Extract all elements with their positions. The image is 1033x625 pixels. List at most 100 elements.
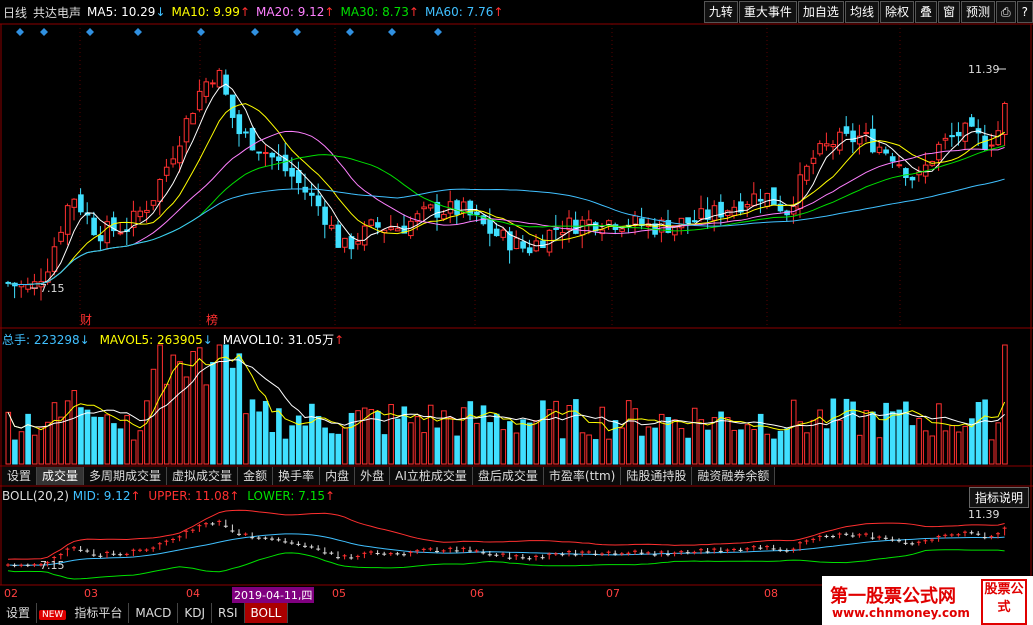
volume-bar [678, 428, 685, 465]
bottom-tab-boll[interactable]: BOLL [244, 603, 289, 623]
candle-body [942, 137, 949, 141]
volume-bar [210, 362, 216, 465]
candle-body [988, 144, 995, 147]
volume-bar [289, 425, 295, 465]
volume-bar [507, 421, 513, 465]
volume-bar [916, 417, 922, 465]
volume-bar [64, 400, 71, 465]
volume-bar [639, 435, 645, 465]
volume-bar [414, 416, 421, 465]
candle-body [289, 167, 295, 177]
candle-body [203, 81, 210, 97]
bottom-tab-indicator-platform[interactable]: 指标平台 [68, 603, 130, 623]
volume-bar [460, 407, 467, 465]
volume-bar [368, 409, 375, 465]
volume-bar [163, 383, 170, 465]
up-arrow-icon: ↑ [334, 333, 345, 347]
candle-body [196, 90, 203, 111]
volume-bar [612, 420, 619, 465]
bottom-tab-rsi[interactable]: RSI [212, 603, 245, 623]
volume-bar [130, 439, 137, 465]
candle-body [342, 237, 348, 248]
volume-bar [599, 406, 606, 465]
volume-bar [903, 401, 909, 465]
low-price-label: 7.15 [40, 282, 65, 295]
volume-bar [282, 438, 289, 465]
tab-amount[interactable]: 金额 [238, 467, 274, 485]
volume-bar [474, 422, 480, 465]
boll-upper-label: UPPER: 11.08 [148, 489, 230, 503]
volume-bar [797, 421, 804, 465]
volume-bar [183, 376, 190, 465]
finance-marker[interactable]: 财 [80, 313, 92, 327]
volume-bar [111, 423, 117, 465]
candle-body [909, 176, 916, 181]
candle-body [586, 219, 592, 225]
volume-bar [203, 384, 210, 465]
tab-volume[interactable]: 成交量 [37, 467, 85, 485]
volume-bar [51, 402, 58, 465]
candle-body [394, 228, 401, 232]
date-label: 03 [84, 587, 98, 600]
volume-bar [592, 439, 599, 465]
tab-hk-connect[interactable]: 陆股通持股 [621, 467, 693, 485]
tab-inner[interactable]: 内盘 [320, 467, 356, 485]
volume-bar [295, 415, 302, 465]
candle-body [830, 144, 837, 148]
boll-mid-label: MID: 9.12 [72, 489, 131, 503]
volume-bar [315, 415, 322, 465]
bottom-tab-kdj[interactable]: KDJ [178, 603, 212, 623]
candle-body [546, 229, 553, 253]
volume-bar [196, 347, 203, 465]
volume-bar [975, 402, 982, 465]
candle-body [995, 130, 1002, 146]
volume-bar [691, 407, 698, 465]
bottom-tab-macd[interactable]: MACD [129, 603, 179, 623]
volume-bar [546, 409, 553, 465]
candle-body [71, 198, 78, 208]
candle-body [949, 135, 955, 138]
chart-canvas[interactable]: 11.39 7.15 财 榜 11.39 7.15 [0, 0, 1033, 625]
volume-bar [790, 399, 797, 465]
candle-body [1002, 102, 1008, 136]
candle-body [573, 219, 579, 234]
tab-margin[interactable]: 融资融券余额 [692, 467, 776, 485]
volume-bar [5, 411, 12, 465]
boll-low-label: 7.15 [40, 559, 65, 572]
candle-body [361, 225, 368, 246]
candle-body [163, 166, 170, 176]
volume-bar [744, 424, 751, 465]
volume-bar [269, 432, 276, 465]
volume-bar [889, 411, 896, 465]
indicator-tabs: 设置 成交量 多周期成交量 虚拟成交量 金额 换手率 内盘 外盘 AI立桩成交量… [2, 467, 776, 485]
bottom-tab-settings[interactable]: 设置 [0, 603, 38, 623]
candle-body [157, 179, 163, 202]
candle-body [309, 192, 315, 196]
new-badge: NEW [37, 603, 68, 623]
tab-pe-ttm[interactable]: 市盈率(ttm) [543, 467, 622, 485]
ranking-marker[interactable]: 榜 [206, 312, 218, 327]
tab-virtual-volume[interactable]: 虚拟成交量 [167, 467, 239, 485]
indicator-help-button[interactable]: 指标说明 [968, 487, 1029, 508]
tab-after-hours-volume[interactable]: 盘后成交量 [472, 467, 544, 485]
candle-body [698, 208, 705, 219]
tab-ai-volume[interactable]: AI立桩成交量 [390, 467, 473, 485]
date-label: 02 [4, 587, 18, 600]
tab-outer[interactable]: 外盘 [355, 467, 391, 485]
volume-bar [467, 401, 474, 465]
candle-body [526, 247, 533, 254]
volume-bar [124, 415, 130, 465]
volume-bar [876, 437, 883, 465]
volume-bar [579, 432, 586, 465]
tab-multi-period-volume[interactable]: 多周期成交量 [84, 467, 168, 485]
volume-bar [949, 425, 955, 465]
boll-chart [6, 509, 1007, 580]
candle-body [256, 151, 262, 154]
brand-watermark: 第一股票公式网 www.chnmoney.com 股票公式 [822, 576, 1033, 625]
candle-body [876, 146, 883, 153]
volume-bar [18, 431, 25, 465]
tab-settings[interactable]: 设置 [2, 467, 38, 485]
volume-bar [922, 430, 929, 465]
tab-turnover[interactable]: 换手率 [273, 467, 321, 485]
volume-bar [447, 417, 454, 465]
